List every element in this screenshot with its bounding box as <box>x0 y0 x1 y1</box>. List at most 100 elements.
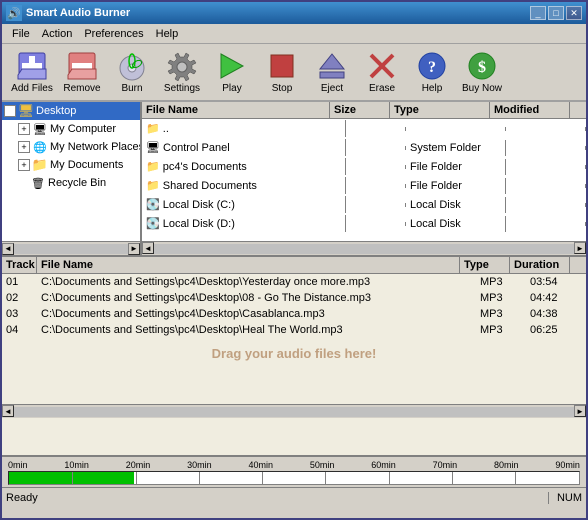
file-row-up-modified <box>506 127 586 131</box>
local-disk-d-icon: 💽 <box>146 218 160 230</box>
track-num-3: 03 <box>2 307 37 321</box>
progress-track[interactable] <box>8 471 580 485</box>
local-disk-c-icon: 💽 <box>146 199 160 211</box>
help-button[interactable]: ? Help <box>408 47 456 97</box>
close-button[interactable]: ✕ <box>566 6 582 20</box>
file-row-local-c[interactable]: 💽 Local Disk (C:) Local Disk <box>142 195 586 214</box>
settings-button[interactable]: Settings <box>158 47 206 97</box>
maximize-button[interactable]: □ <box>548 6 564 20</box>
tick-50 <box>325 472 326 484</box>
burn-label: Burn <box>121 83 142 94</box>
menu-action[interactable]: Action <box>36 26 79 42</box>
time-50: 50min <box>310 460 335 470</box>
track-row-2[interactable]: 02 C:\Documents and Settings\pc4\Desktop… <box>2 290 586 306</box>
expand-my-documents[interactable]: + <box>18 159 30 171</box>
file-row-shared-docs[interactable]: 📁 Shared Documents File Folder <box>142 176 586 195</box>
col-track[interactable]: Track <box>2 257 37 273</box>
track-list-header: Track File Name Type Duration <box>2 257 586 274</box>
file-type-shared-docs: File Folder <box>406 178 506 194</box>
tree-label-my-network: My Network Places <box>50 141 140 153</box>
track-hscroll[interactable]: ◄ ► <box>2 404 586 418</box>
col-filename[interactable]: File Name <box>37 257 460 273</box>
track-dur-4: 06:25 <box>526 323 586 337</box>
file-type-pc4-docs: File Folder <box>406 159 506 175</box>
track-dur-3: 04:38 <box>526 307 586 321</box>
svg-text:?: ? <box>428 59 436 76</box>
stop-icon <box>266 50 298 81</box>
add-files-icon <box>16 50 48 81</box>
file-row-up[interactable]: 📁 .. <box>142 119 586 138</box>
track-row-4[interactable]: 04 C:\Documents and Settings\pc4\Desktop… <box>2 322 586 338</box>
track-type-2: MP3 <box>476 291 526 305</box>
track-scroll-right[interactable]: ► <box>574 405 586 417</box>
track-scrollbar[interactable] <box>14 407 574 417</box>
erase-label: Erase <box>369 83 395 94</box>
play-icon <box>216 50 248 81</box>
svg-text:$: $ <box>478 59 486 76</box>
tree-scroll-right[interactable]: ► <box>128 243 140 255</box>
settings-icon <box>166 50 198 81</box>
col-header-filename[interactable]: File Name <box>142 102 330 118</box>
eject-button[interactable]: Eject <box>308 47 356 97</box>
file-name-local-c: 💽 Local Disk (C:) <box>142 196 346 213</box>
browser-hscroll[interactable]: ◄ ► <box>142 241 586 255</box>
menu-help[interactable]: Help <box>150 26 185 42</box>
tree-item-recycle-bin[interactable]: 🗑 Recycle Bin <box>2 174 140 192</box>
file-browser-panel: File Name Size Type Modified 📁 .. <box>142 102 586 255</box>
file-row-up-name: 📁 .. <box>142 120 346 137</box>
tick-20 <box>136 472 137 484</box>
minimize-button[interactable]: _ <box>530 6 546 20</box>
buy-now-button[interactable]: $ Buy Now <box>458 47 506 97</box>
col-header-modified[interactable]: Modified <box>490 102 570 118</box>
tick-40 <box>262 472 263 484</box>
browser-scroll-right[interactable]: ► <box>574 242 586 254</box>
remove-label: Remove <box>63 83 100 94</box>
time-40: 40min <box>249 460 274 470</box>
remove-button[interactable]: Remove <box>58 47 106 97</box>
tree-item-desktop[interactable]: - 🖥 Desktop <box>2 102 140 120</box>
track-scroll-left[interactable]: ◄ <box>2 405 14 417</box>
expand-my-computer[interactable]: + <box>18 123 30 135</box>
file-row-up-type <box>406 127 506 131</box>
menu-preferences[interactable]: Preferences <box>78 26 149 42</box>
play-button[interactable]: Play <box>208 47 256 97</box>
time-90: 90min <box>555 460 580 470</box>
file-name-control-panel: 🖥 Control Panel <box>142 139 346 156</box>
shared-docs-icon: 📁 <box>146 180 160 192</box>
expand-my-network[interactable]: + <box>18 141 30 153</box>
file-row-control-panel[interactable]: 🖥 Control Panel System Folder <box>142 138 586 157</box>
file-row-pc4-docs[interactable]: 📁 pc4's Documents File Folder <box>142 157 586 176</box>
col-type[interactable]: Type <box>460 257 510 273</box>
tree-item-my-documents[interactable]: + 📁 My Documents <box>2 156 140 174</box>
col-header-size[interactable]: Size <box>330 102 390 118</box>
col-duration[interactable]: Duration <box>510 257 570 273</box>
browser-scrollbar[interactable] <box>154 244 574 254</box>
tree-hscroll[interactable]: ◄ ► <box>2 241 140 255</box>
tree-label-my-computer: My Computer <box>50 123 116 135</box>
file-browser-list: 📁 .. 🖥 Control Panel System Folder <box>142 119 586 241</box>
status-text: Ready <box>6 492 540 504</box>
track-row-1[interactable]: 01 C:\Documents and Settings\pc4\Desktop… <box>2 274 586 290</box>
expand-desktop[interactable]: - <box>4 105 16 117</box>
stop-button[interactable]: Stop <box>258 47 306 97</box>
col-header-type[interactable]: Type <box>390 102 490 118</box>
recycle-bin-icon: 🗑 <box>30 175 46 191</box>
browser-scroll-left[interactable]: ◄ <box>142 242 154 254</box>
title-bar: 🔊 Smart Audio Burner _ □ ✕ <box>2 2 586 24</box>
file-row-local-d[interactable]: 💽 Local Disk (D:) Local Disk <box>142 214 586 233</box>
tree-scrollbar-thumb[interactable] <box>14 244 128 254</box>
tree-scroll-left[interactable]: ◄ <box>2 243 14 255</box>
app-icon: 🔊 <box>6 5 22 21</box>
buy-now-icon: $ <box>466 50 498 81</box>
burn-button[interactable]: Burn <box>108 47 156 97</box>
add-files-button[interactable]: Add Files <box>8 47 56 97</box>
status-bar: Ready NUM <box>2 487 586 507</box>
tree-item-my-network[interactable]: + 🌐 My Network Places <box>2 138 140 156</box>
menu-file[interactable]: File <box>6 26 36 42</box>
erase-button[interactable]: Erase <box>358 47 406 97</box>
file-browser-header: File Name Size Type Modified <box>142 102 586 119</box>
time-70: 70min <box>433 460 458 470</box>
tree-item-my-computer[interactable]: + 🖥 My Computer <box>2 120 140 138</box>
track-row-3[interactable]: 03 C:\Documents and Settings\pc4\Desktop… <box>2 306 586 322</box>
track-dur-1: 03:54 <box>526 275 586 289</box>
